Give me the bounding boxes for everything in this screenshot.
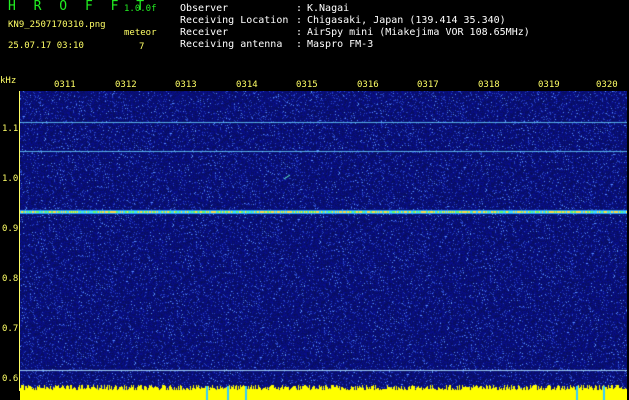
receiver-label: Receiver xyxy=(180,27,229,38)
x-tick-label: 0314 xyxy=(236,80,258,90)
observer-label: Observer xyxy=(180,3,229,14)
info-colon: : xyxy=(296,27,303,38)
y-tick-label: 0.7 xyxy=(2,324,19,334)
x-tick-label: 0316 xyxy=(357,80,379,90)
info-colon: : xyxy=(296,15,303,26)
location-label: Receiving Location xyxy=(180,15,289,26)
y-tick-label: 1.1 xyxy=(2,124,19,134)
spectrogram xyxy=(20,91,627,400)
frequency-unit: kHz xyxy=(0,76,17,86)
file-name: KN9_2507170310.png xyxy=(8,20,106,30)
x-tick-label: 0311 xyxy=(54,80,76,90)
antenna-value: Maspro FM-3 xyxy=(307,39,374,50)
observer-value: K.Nagai xyxy=(307,3,350,14)
observation-datetime: 25.07.17 03:10 xyxy=(8,41,84,51)
x-tick-label: 0313 xyxy=(175,80,197,90)
app-version: 1.0.0f xyxy=(124,4,157,14)
y-tick-label: 0.8 xyxy=(2,274,19,284)
x-tick-label: 0320 xyxy=(596,80,618,90)
info-colon: : xyxy=(296,3,303,14)
y-tick-label: 1.0 xyxy=(2,174,19,184)
info-colon: : xyxy=(296,39,303,50)
location-value: Chigasaki, Japan (139.414 35.340) xyxy=(307,15,506,26)
x-tick-label: 0319 xyxy=(538,80,560,90)
x-tick-label: 0318 xyxy=(478,80,500,90)
x-tick-label: 0317 xyxy=(417,80,439,90)
antenna-label: Receiving antenna xyxy=(180,39,283,50)
meteor-count: 7 xyxy=(139,42,145,52)
y-tick-label: 0.9 xyxy=(2,224,19,234)
y-tick-label: 0.6 xyxy=(2,374,19,384)
y-axis-line xyxy=(19,91,20,391)
receiver-value: AirSpy mini (Miakejima VOR 108.65MHz) xyxy=(307,27,530,38)
x-tick-label: 0315 xyxy=(296,80,318,90)
meteor-label: meteor xyxy=(124,28,157,38)
x-tick-label: 0312 xyxy=(115,80,137,90)
